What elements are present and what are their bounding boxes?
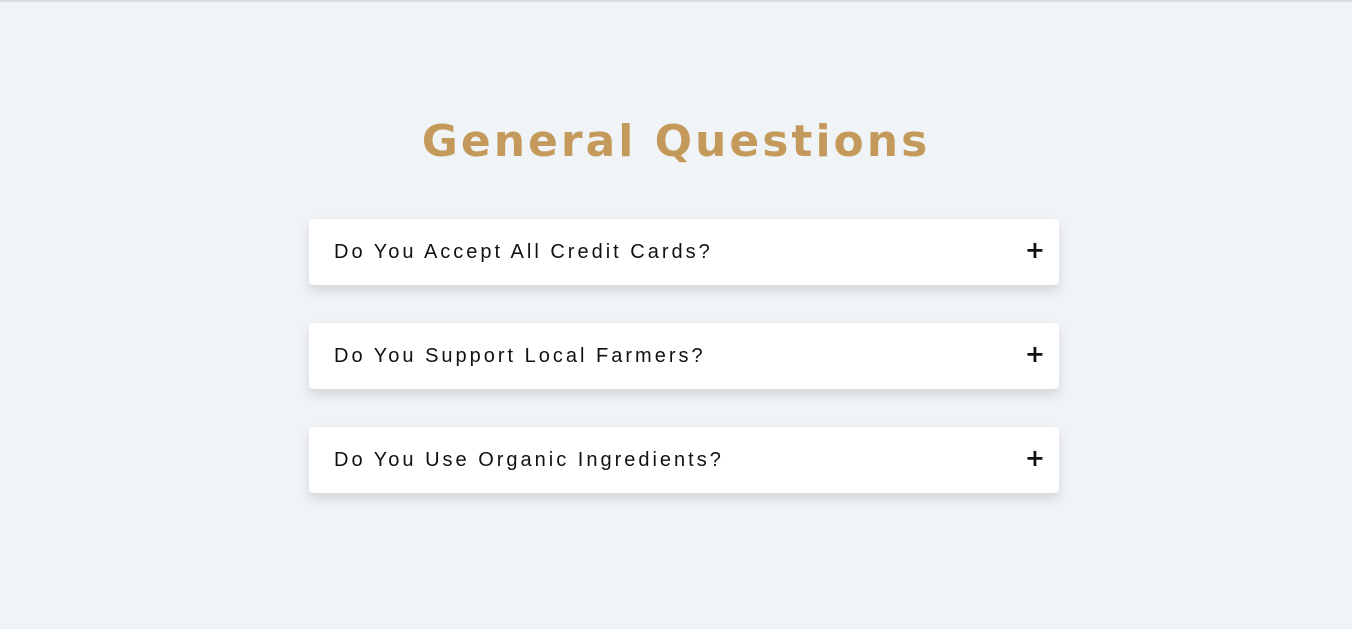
page-title: General Questions	[421, 116, 931, 167]
faq-question: Do You Accept All Credit Cards?	[334, 240, 713, 263]
faq-item-credit-cards[interactable]: Do You Accept All Credit Cards? +	[309, 219, 1059, 285]
faq-question: Do You Support Local Farmers?	[334, 344, 706, 367]
plus-icon[interactable]: +	[1025, 446, 1045, 470]
faq-question: Do You Use Organic Ingredients?	[334, 448, 724, 471]
faq-list: Do You Accept All Credit Cards? + Do You…	[309, 219, 1059, 531]
faq-section: General Questions Do You Accept All Cred…	[0, 2, 1352, 629]
plus-icon[interactable]: +	[1025, 238, 1045, 262]
faq-item-local-farmers[interactable]: Do You Support Local Farmers? +	[309, 323, 1059, 389]
faq-item-organic-ingredients[interactable]: Do You Use Organic Ingredients? +	[309, 427, 1059, 493]
plus-icon[interactable]: +	[1025, 342, 1045, 366]
